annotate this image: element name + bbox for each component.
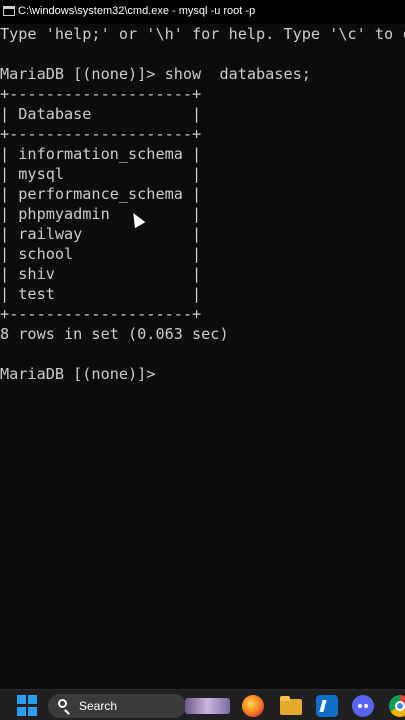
table-row: | performance_schema | <box>0 185 202 203</box>
taskbar: Search <box>0 689 405 720</box>
console-line: Type 'help;' or '\h' for help. Type '\c'… <box>0 25 405 43</box>
windows-start-icon[interactable] <box>17 695 39 717</box>
table-row: | railway | <box>0 225 202 243</box>
table-border: +--------------------+ <box>0 125 202 143</box>
file-explorer-icon[interactable] <box>280 695 302 717</box>
table-row: | shiv | <box>0 265 202 283</box>
cmd-window-icon <box>3 6 15 16</box>
table-header: | Database | <box>0 105 202 123</box>
search-icon <box>58 699 67 708</box>
widget-art-icon[interactable] <box>185 698 230 714</box>
table-border: +--------------------+ <box>0 305 202 323</box>
table-row: | information_schema | <box>0 145 202 163</box>
table-row: | test | <box>0 285 202 303</box>
search-label: Search <box>79 699 118 713</box>
window-title: C:\windows\system32\cmd.exe - mysql -u r… <box>18 5 256 17</box>
table-row: | school | <box>0 245 202 263</box>
command-prompt[interactable]: MariaDB [(none)]> <box>0 364 165 384</box>
discord-icon[interactable] <box>352 695 374 717</box>
title-bar[interactable]: C:\windows\system32\cmd.exe - mysql -u r… <box>0 0 405 24</box>
console-output[interactable]: Type 'help;' or '\h' for help. Type '\c'… <box>0 24 405 689</box>
firefox-icon[interactable] <box>242 695 264 717</box>
console-line: MariaDB [(none)]> show databases; <box>0 65 311 83</box>
vscode-icon[interactable] <box>316 695 338 717</box>
table-row: | mysql | <box>0 165 202 183</box>
chrome-icon[interactable] <box>389 695 405 717</box>
table-row: | phpmyadmin | <box>0 205 202 223</box>
taskbar-search[interactable]: Search <box>48 694 186 718</box>
table-border: +--------------------+ <box>0 85 202 103</box>
result-summary: 8 rows in set (0.063 sec) <box>0 325 229 343</box>
